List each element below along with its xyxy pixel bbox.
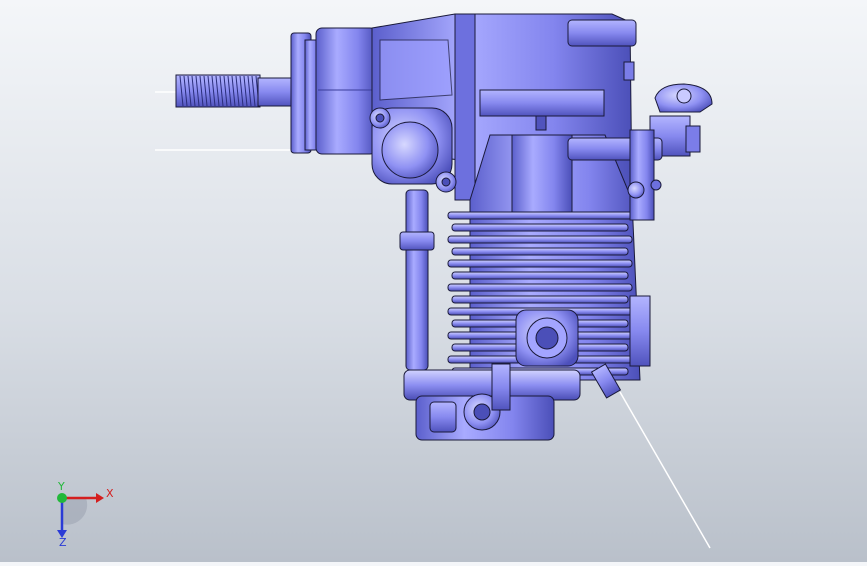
cad-viewport[interactable] [0, 0, 867, 562]
x-axis-label: X [106, 487, 114, 500]
z-axis-label: Z [59, 536, 67, 548]
cooling-fin [447, 235, 633, 244]
cooling-fin [447, 283, 633, 292]
cooling-fin [447, 211, 633, 220]
prop-hub[interactable] [290, 27, 377, 155]
y-axis-dot [57, 493, 67, 503]
cooling-fin [451, 247, 629, 256]
y-axis-label: Y [57, 480, 65, 493]
cooling-fin [451, 223, 629, 232]
cooling-fin [451, 271, 629, 280]
engine-model[interactable] [0, 0, 867, 562]
x-axis-arrowhead [96, 493, 104, 503]
axis-triad: X Y Z [44, 478, 124, 549]
lower-crankcase[interactable] [403, 363, 581, 441]
threaded-shaft[interactable] [175, 74, 295, 108]
carburetor-housing[interactable] [369, 107, 457, 193]
pushrod-tube[interactable] [399, 189, 435, 371]
cooling-fin [447, 259, 633, 268]
cooling-fin [451, 295, 629, 304]
